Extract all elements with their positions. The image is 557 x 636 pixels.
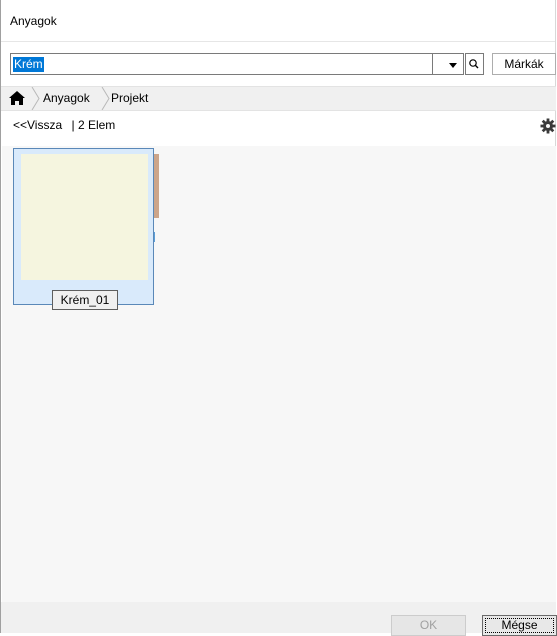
search-input[interactable]: Krém bbox=[10, 53, 433, 75]
material-tile[interactable] bbox=[13, 148, 154, 305]
breadcrumb-separator-icon bbox=[31, 87, 40, 110]
breadcrumb: Anyagok Projekt bbox=[1, 86, 556, 111]
home-button[interactable] bbox=[4, 87, 34, 110]
chevron-down-icon[interactable] bbox=[444, 53, 464, 75]
nav-row: <<Vissza | 2 Elem bbox=[13, 118, 115, 132]
gear-icon[interactable] bbox=[540, 118, 556, 134]
search-button[interactable] bbox=[465, 53, 484, 75]
breadcrumb-item-projekt[interactable]: Projekt bbox=[111, 91, 148, 105]
brands-button[interactable]: Márkák bbox=[492, 53, 556, 75]
dialog-title: Anyagok bbox=[1, 0, 555, 42]
material-tile-label: Krém_01 bbox=[52, 290, 118, 310]
breadcrumb-item-anyagok[interactable]: Anyagok bbox=[43, 91, 90, 105]
search-row: Krém Márkák bbox=[10, 53, 556, 76]
item-count: | 2 Elem bbox=[71, 118, 116, 132]
back-link[interactable]: <<Vissza bbox=[13, 118, 62, 132]
dialog-footer bbox=[1, 602, 556, 633]
breadcrumb-separator-icon bbox=[101, 87, 110, 110]
home-icon bbox=[9, 91, 25, 105]
search-value: Krém bbox=[13, 57, 44, 72]
material-dialog: Anyagok Krém Márkák Anyagok Projekt <<Vi… bbox=[0, 0, 557, 636]
material-swatch bbox=[21, 154, 148, 280]
search-icon bbox=[469, 59, 479, 69]
search-combo-spacer bbox=[433, 53, 444, 75]
